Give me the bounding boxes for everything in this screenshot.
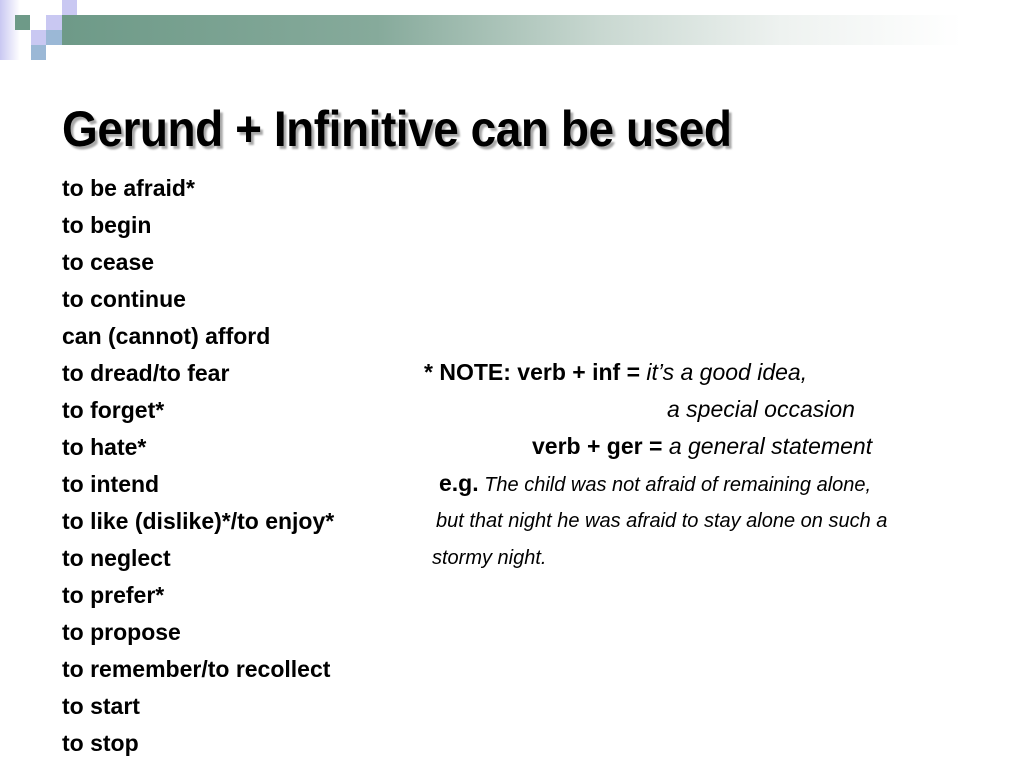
example-line-3: stormy night. <box>432 545 546 571</box>
verb-item: to prefer* <box>62 582 165 608</box>
example-line-1: e.g. The child was not afraid of remaini… <box>439 470 871 498</box>
deco-square <box>31 30 46 45</box>
verb-item: to continue <box>62 286 186 312</box>
note-line-3: verb + ger = a general statement <box>532 432 872 460</box>
verb-item: to hate* <box>62 434 147 460</box>
verb-item: to begin <box>62 212 152 238</box>
deco-square <box>62 0 77 15</box>
verb-item: to remember/to recollect <box>62 656 331 682</box>
verb-item: to neglect <box>62 545 171 571</box>
note-line-2: a special occasion <box>667 395 855 423</box>
verb-item: to like (dislike)*/to enjoy* <box>62 508 335 534</box>
deco-square <box>15 15 30 30</box>
note-line-1: * NOTE: verb + inf = it’s a good idea, <box>424 358 807 386</box>
verb-list: to be afraid* to begin to cease to conti… <box>62 172 334 764</box>
verb-item: to stop <box>62 730 139 756</box>
verb-item: to intend <box>62 471 160 497</box>
note-meaning-inf-2: a special occasion <box>667 396 855 422</box>
note-label-inf: * NOTE: verb + inf = <box>424 359 647 385</box>
example-prefix: e.g. <box>439 470 479 496</box>
note-meaning-ger: a general statement <box>668 433 873 459</box>
note-meaning-inf: it’s a good idea, <box>646 359 808 385</box>
verb-item: to cease <box>62 249 155 275</box>
deco-square <box>46 15 62 30</box>
verb-item: to be afraid* <box>62 175 195 201</box>
verb-item: to dread/to fear <box>62 360 230 386</box>
header-bar <box>62 15 962 45</box>
deco-square <box>31 45 46 60</box>
verb-item: to start <box>62 693 140 719</box>
deco-square <box>46 30 62 45</box>
example-line-2: but that night he was afraid to stay alo… <box>436 508 887 534</box>
note-label-ger: verb + ger = <box>532 433 669 459</box>
example-text-2: but that night he was afraid to stay alo… <box>436 510 888 532</box>
example-text-1: The child was not afraid of remaining al… <box>484 474 872 496</box>
verb-item: to propose <box>62 619 181 645</box>
example-text-3: stormy night. <box>432 547 547 569</box>
deco-square <box>0 0 20 60</box>
header-decoration <box>0 0 1024 70</box>
verb-item: to forget* <box>62 397 165 423</box>
verb-item: can (cannot) afford <box>62 323 271 349</box>
slide-title: Gerund + Infinitive can be used <box>62 101 732 157</box>
